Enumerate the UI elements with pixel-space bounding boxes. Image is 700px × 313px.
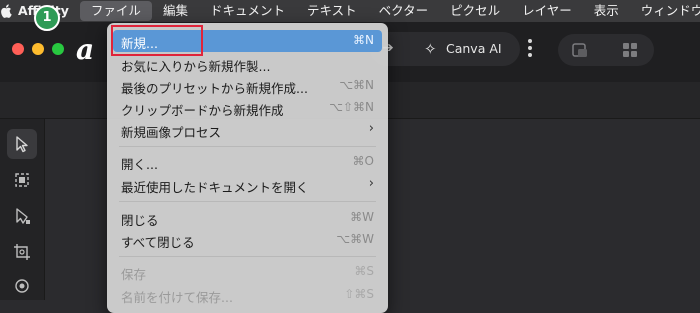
grid-view-icon[interactable]	[620, 40, 640, 60]
menu-item-label: 名前を付けて保存...	[121, 290, 233, 305]
menu-item-label: 新規...	[121, 36, 158, 51]
file-menu-dropdown: 新規... ⌘N お気に入りから新規作製... 最後のプリセットから新規作成..…	[107, 23, 388, 313]
menu-item-save[interactable]: 保存 ⌘S	[113, 261, 382, 283]
menu-item-shortcut: ⌥⌘W	[336, 232, 374, 246]
menu-vector[interactable]: ベクター	[368, 0, 440, 22]
menu-item-shortcut: ⇧⌘S	[344, 287, 374, 301]
menu-item-new-image-process[interactable]: 新規画像プロセス ›	[113, 119, 382, 141]
menu-item-new-from-clipboard[interactable]: クリップボードから新規作成 ⌥⇧⌘N	[113, 97, 382, 119]
node-tool-icon[interactable]	[7, 201, 37, 231]
apple-icon[interactable]	[0, 4, 12, 18]
menu-item-label: 最後のプリセットから新規作成...	[121, 81, 308, 96]
menu-separator	[119, 146, 376, 147]
menu-item-new-from-last-preset[interactable]: 最後のプリセットから新規作成... ⌥⌘N	[113, 75, 382, 97]
canva-ai-button[interactable]: Canva AI	[446, 41, 502, 56]
crop-tool-icon[interactable]	[7, 237, 37, 267]
menu-item-open[interactable]: 開く... ⌘O	[113, 151, 382, 173]
menu-window[interactable]: ウィンドウ	[630, 0, 700, 22]
menu-item-save-as[interactable]: 名前を付けて保存... ⇧⌘S	[113, 284, 382, 306]
menu-bar: Affinity ファイル 編集 ドキュメント テキスト ベクター ピクセル レ…	[0, 0, 700, 22]
menu-text[interactable]: テキスト	[296, 0, 368, 22]
affinity-logo: a	[76, 33, 95, 66]
menu-edit[interactable]: 編集	[152, 0, 199, 22]
menu-layer[interactable]: レイヤー	[511, 0, 583, 22]
canva-ai-pill: ➔ ✧ Canva AI	[370, 32, 520, 66]
view-mode-switcher	[558, 34, 654, 66]
more-options-icon[interactable]	[527, 36, 533, 62]
menu-separator	[119, 201, 376, 202]
sparkle-icon: ✧	[424, 40, 437, 58]
menu-item-shortcut: ⌘N	[353, 33, 374, 47]
menu-item-open-recent[interactable]: 最近使用したドキュメントを開く ›	[113, 174, 382, 196]
artboard-tool-icon[interactable]	[7, 165, 37, 195]
close-window-button[interactable]	[12, 43, 24, 55]
menu-item-label: 最近使用したドキュメントを開く	[121, 180, 309, 195]
tools-panel	[0, 119, 45, 300]
menu-item-close-all[interactable]: すべて閉じる ⌥⌘W	[113, 229, 382, 251]
menu-item-shortcut: ⌘O	[352, 154, 374, 168]
menu-item-label: お気に入りから新規作製...	[121, 59, 271, 74]
zoom-window-button[interactable]	[52, 43, 64, 55]
menu-item-label: 新規画像プロセス	[121, 125, 222, 140]
step-number-badge: 1	[34, 5, 60, 31]
menu-item-new-from-favorites[interactable]: お気に入りから新規作製...	[113, 53, 382, 75]
menu-item-shortcut: ⌥⌘N	[339, 78, 374, 92]
menu-item-close[interactable]: 閉じる ⌘W	[113, 207, 382, 229]
menu-file[interactable]: ファイル	[79, 1, 152, 21]
menu-item-shortcut: ⌘W	[350, 210, 374, 224]
menu-view[interactable]: 表示	[583, 0, 630, 22]
frame-view-icon[interactable]	[570, 40, 590, 60]
menu-item-label: クリップボードから新規作成	[121, 103, 284, 118]
menu-item-shortcut: ⌥⇧⌘N	[329, 100, 374, 114]
menu-item-shortcut: ⌘S	[354, 264, 374, 278]
menu-item-label: 閉じる	[121, 213, 159, 228]
menu-item-label: 開く...	[121, 157, 158, 172]
pen-tool-icon[interactable]	[7, 271, 37, 301]
menu-separator	[119, 256, 376, 257]
menu-pixel[interactable]: ピクセル	[439, 0, 511, 22]
chevron-right-icon: ›	[368, 121, 374, 136]
minimize-window-button[interactable]	[32, 43, 44, 55]
move-tool-icon[interactable]	[7, 129, 37, 159]
chevron-right-icon: ›	[368, 176, 374, 191]
menu-item-label: すべて閉じる	[121, 235, 195, 250]
menu-item-new[interactable]: 新規... ⌘N	[113, 30, 382, 52]
menu-item-label: 保存	[121, 267, 147, 282]
menu-document[interactable]: ドキュメント	[199, 0, 296, 22]
